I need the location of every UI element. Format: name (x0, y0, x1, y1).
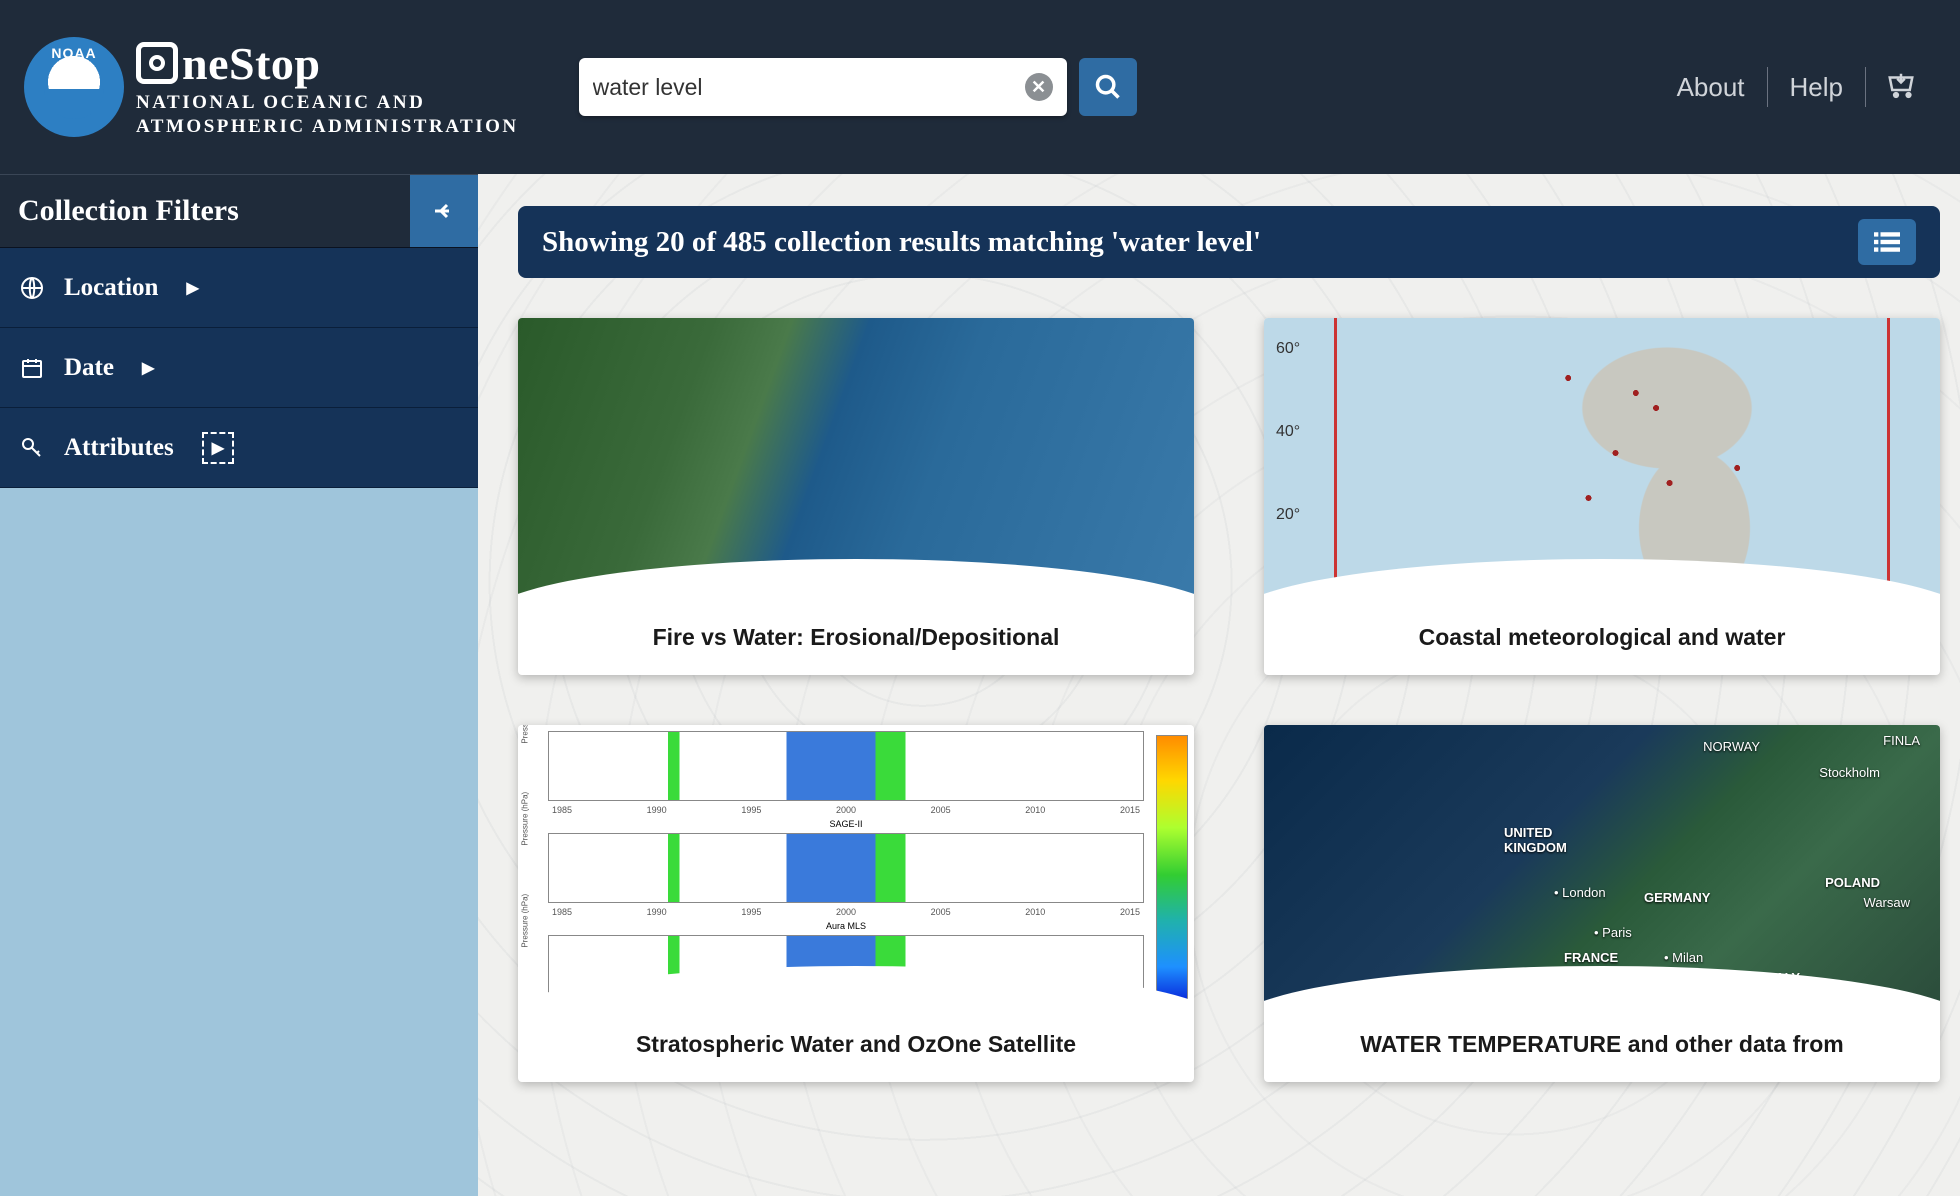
collapse-sidebar-button[interactable] (410, 175, 478, 247)
results-grid: Fire vs Water: Erosional/Depositional Co… (518, 318, 1940, 1082)
result-card[interactable]: Fire vs Water: Erosional/Depositional (518, 318, 1194, 675)
filter-date-label: Date (64, 354, 114, 382)
arrow-left-icon (432, 199, 456, 223)
filter-header: Collection Filters (0, 174, 478, 248)
results-summary: Showing 20 of 485 collection results mat… (542, 226, 1261, 259)
header-links: About Help (1655, 67, 1936, 107)
search-input[interactable] (593, 74, 1025, 101)
result-card[interactable]: Coastal meteorological and water (1264, 318, 1940, 675)
card-title: WATER TEMPERATURE and other data from (1264, 1025, 1940, 1082)
search-box: ✕ (579, 58, 1067, 116)
filter-title: Collection Filters (0, 175, 410, 247)
search-button[interactable] (1079, 58, 1137, 116)
globe-icon (20, 276, 44, 300)
filter-attributes-label: Attributes (64, 434, 174, 462)
content-area: Showing 20 of 485 collection results mat… (478, 174, 1960, 1196)
expand-icon: ▶ (202, 432, 234, 464)
card-title: Coastal meteorological and water (1264, 618, 1940, 675)
card-thumbnail (518, 318, 1194, 618)
search-icon (1094, 73, 1122, 101)
card-thumbnail: NORWAY FINLA Stockholm UNITEDKINGDOM • L… (1264, 725, 1940, 1025)
about-link[interactable]: About (1655, 67, 1768, 107)
main: Collection Filters Location ▶ Date ▶ Att… (0, 174, 1960, 1196)
search-area: ✕ (579, 58, 1137, 116)
filter-date[interactable]: Date ▶ (0, 328, 478, 408)
card-title: Fire vs Water: Erosional/Depositional (518, 618, 1194, 675)
sidebar: Collection Filters Location ▶ Date ▶ Att… (0, 174, 478, 1196)
result-card[interactable]: 1985199019952000200520102015 SAGE-II 198… (518, 725, 1194, 1082)
app-header: neStop NATIONAL OCEANIC AND ATMOSPHERIC … (0, 0, 1960, 174)
clear-search-button[interactable]: ✕ (1025, 73, 1053, 101)
help-link[interactable]: Help (1768, 67, 1866, 107)
calendar-icon (20, 356, 44, 380)
brand-text: neStop NATIONAL OCEANIC AND ATMOSPHERIC … (136, 37, 519, 138)
brand-subtitle-2: ATMOSPHERIC ADMINISTRATION (136, 116, 519, 138)
view-toggle-button[interactable] (1858, 219, 1916, 265)
card-title: Stratospheric Water and OzOne Satellite (518, 1025, 1194, 1082)
filter-location[interactable]: Location ▶ (0, 248, 478, 328)
noaa-logo-icon (24, 37, 124, 137)
filter-attributes[interactable]: Attributes ▶ (0, 408, 478, 488)
brand: neStop NATIONAL OCEANIC AND ATMOSPHERIC … (24, 37, 519, 138)
result-card[interactable]: NORWAY FINLA Stockholm UNITEDKINGDOM • L… (1264, 725, 1940, 1082)
key-icon (20, 436, 44, 460)
card-thumbnail (1264, 318, 1940, 618)
filter-location-label: Location (64, 274, 158, 302)
expand-icon: ▶ (186, 278, 198, 298)
brand-name: neStop (182, 37, 320, 90)
cart-icon (1886, 70, 1916, 100)
card-thumbnail: 1985199019952000200520102015 SAGE-II 198… (518, 725, 1194, 1025)
cart-button[interactable] (1866, 70, 1936, 105)
results-bar: Showing 20 of 485 collection results mat… (518, 206, 1940, 278)
onestop-icon (136, 42, 178, 84)
expand-icon: ▶ (142, 358, 154, 378)
brand-subtitle-1: NATIONAL OCEANIC AND (136, 92, 519, 114)
list-view-icon (1874, 232, 1900, 252)
